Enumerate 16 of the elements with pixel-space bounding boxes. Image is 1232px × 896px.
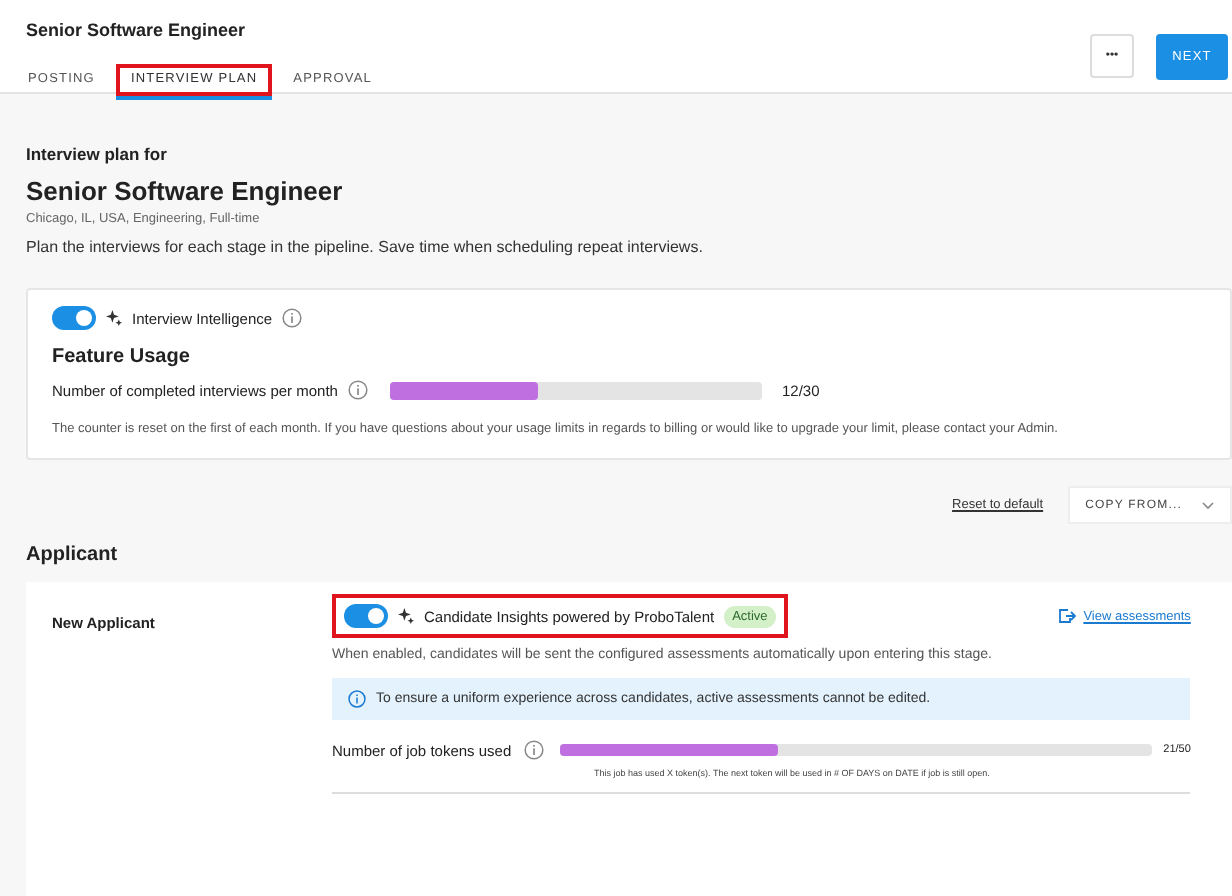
toggle-switch[interactable] <box>52 306 96 330</box>
export-icon <box>1057 608 1076 625</box>
sparkle-icon <box>398 608 414 625</box>
section-title: Applicant <box>24 542 120 567</box>
job-title: Senior Software Engineer <box>26 20 246 40</box>
info-icon <box>348 690 366 709</box>
chevron-down-icon <box>1202 501 1214 510</box>
info-icon[interactable] <box>523 740 544 761</box>
page-title: Senior Software Engineer <box>26 176 345 206</box>
section-heading: Feature Usage <box>52 346 192 368</box>
eyebrow-text: Interview plan for <box>26 144 167 164</box>
sparkle-icon <box>106 310 122 326</box>
info-icon[interactable] <box>282 308 303 328</box>
info-icon[interactable] <box>347 380 368 400</box>
toggle-switch[interactable] <box>344 604 388 629</box>
page-description: Plan the interviews for each stage in the pipeline. Save time when scheduling repeat interviews. <box>26 238 705 256</box>
